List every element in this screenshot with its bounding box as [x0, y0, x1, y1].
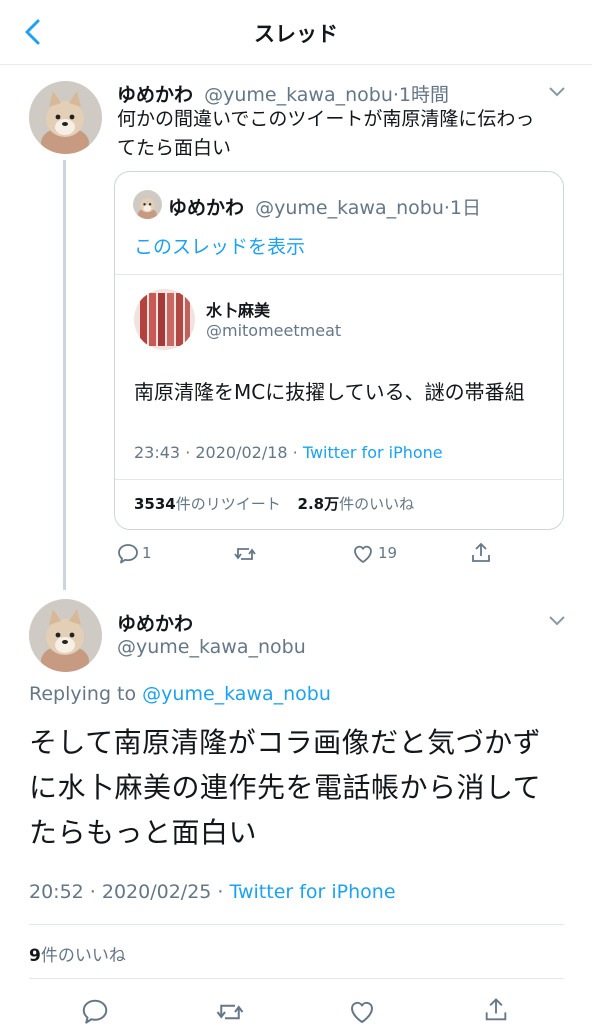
- divider: [115, 479, 562, 480]
- timestamp: 20:52 · 2020/02/25 ·: [29, 881, 230, 903]
- share-icon[interactable]: [469, 541, 493, 565]
- share-icon[interactable]: [481, 996, 511, 1024]
- reply-icon[interactable]: [116, 542, 140, 566]
- page-title: スレッド: [254, 22, 338, 46]
- embedded-tweet-timestamp-row: 23:43 · 2020/02/18 · Twitter for iPhone: [134, 443, 443, 462]
- like-count: 19: [378, 544, 398, 562]
- chevron-down-icon[interactable]: [548, 615, 566, 627]
- replying-to-label: Replying to: [29, 683, 143, 705]
- user-handle[interactable]: @yume_kawa_nobu: [204, 84, 393, 106]
- tweet-text-line: たらもっと面白い: [29, 816, 258, 849]
- meat-avatar-image: [134, 289, 195, 350]
- display-name[interactable]: 水卜麻美: [206, 297, 270, 321]
- like-label: 件のいいね: [339, 495, 415, 513]
- shiba-dog-avatar-image: [133, 190, 162, 219]
- user-handle[interactable]: @yume_kawa_nobu: [255, 197, 444, 219]
- quoted-tweet-card[interactable]: [114, 171, 564, 530]
- tweet-time: ·1時間: [392, 84, 449, 106]
- source-link[interactable]: Twitter for iPhone: [303, 443, 443, 462]
- avatar[interactable]: [29, 599, 102, 672]
- avatar[interactable]: [29, 81, 102, 154]
- tweet-text-line: てたら面白い: [117, 137, 232, 159]
- tweet-text-line: に水卜麻美の連作先を電話帳から消して: [29, 771, 542, 804]
- tweet-timestamp-row: 20:52 · 2020/02/25 · Twitter for iPhone: [29, 881, 396, 903]
- tweet-header: ゆめかわ @yume_kawa_nobu·1時間: [117, 80, 449, 107]
- retweet-count[interactable]: 3534: [134, 495, 176, 513]
- show-thread-link[interactable]: このスレッドを表示: [134, 232, 305, 259]
- divider: [29, 924, 564, 925]
- display-name[interactable]: ゆめかわ: [117, 609, 193, 636]
- replying-to-handle[interactable]: @yume_kawa_nobu: [142, 683, 331, 705]
- replying-to: Replying to @yume_kawa_nobu: [29, 683, 331, 705]
- embedded-tweet-stats: 3534件のリツイート 2.8万件のいいね: [134, 493, 414, 514]
- tweet-text-line: 何かの間違いでこのツイートが南原清隆に伝わっ: [117, 108, 535, 130]
- like-heart-icon[interactable]: [351, 542, 375, 566]
- tweet-text-line: そして南原清隆がコラ画像だと気づかず: [29, 726, 542, 759]
- timestamp: 23:43 · 2020/02/18 ·: [134, 443, 303, 462]
- source-link[interactable]: Twitter for iPhone: [230, 881, 396, 903]
- retweet-label: 件のリツイート: [175, 495, 281, 513]
- divider: [29, 978, 564, 979]
- like-heart-icon[interactable]: [347, 997, 377, 1027]
- tweet-time: ·1日: [443, 197, 481, 219]
- display-name[interactable]: ゆめかわ: [168, 197, 244, 219]
- avatar[interactable]: [134, 289, 195, 350]
- reply-icon[interactable]: [80, 997, 110, 1027]
- like-count[interactable]: 2.8万: [298, 495, 340, 513]
- display-name[interactable]: ゆめかわ: [117, 84, 193, 106]
- user-handle[interactable]: @yume_kawa_nobu: [117, 636, 306, 658]
- user-handle[interactable]: @mitomeetmeat: [206, 321, 341, 340]
- retweet-icon[interactable]: [215, 997, 245, 1027]
- thread-connector-line: [63, 160, 66, 590]
- chevron-down-icon[interactable]: [548, 86, 566, 98]
- reply-count: 1: [142, 544, 152, 562]
- like-count: 9: [29, 946, 41, 966]
- retweet-icon[interactable]: [233, 542, 257, 566]
- avatar[interactable]: [133, 190, 162, 219]
- shiba-dog-avatar-image: [29, 599, 102, 672]
- embedded-tweet-text: 南原清隆をMCに抜擢している、謎の帯番組: [134, 380, 525, 404]
- divider: [115, 274, 562, 275]
- shiba-dog-avatar-image: [29, 81, 102, 154]
- tweet-stats[interactable]: 9件のいいね: [29, 941, 126, 966]
- like-label: 件のいいね: [40, 946, 126, 966]
- quoted-tweet-header: ゆめかわ @yume_kawa_nobu·1日: [168, 193, 481, 220]
